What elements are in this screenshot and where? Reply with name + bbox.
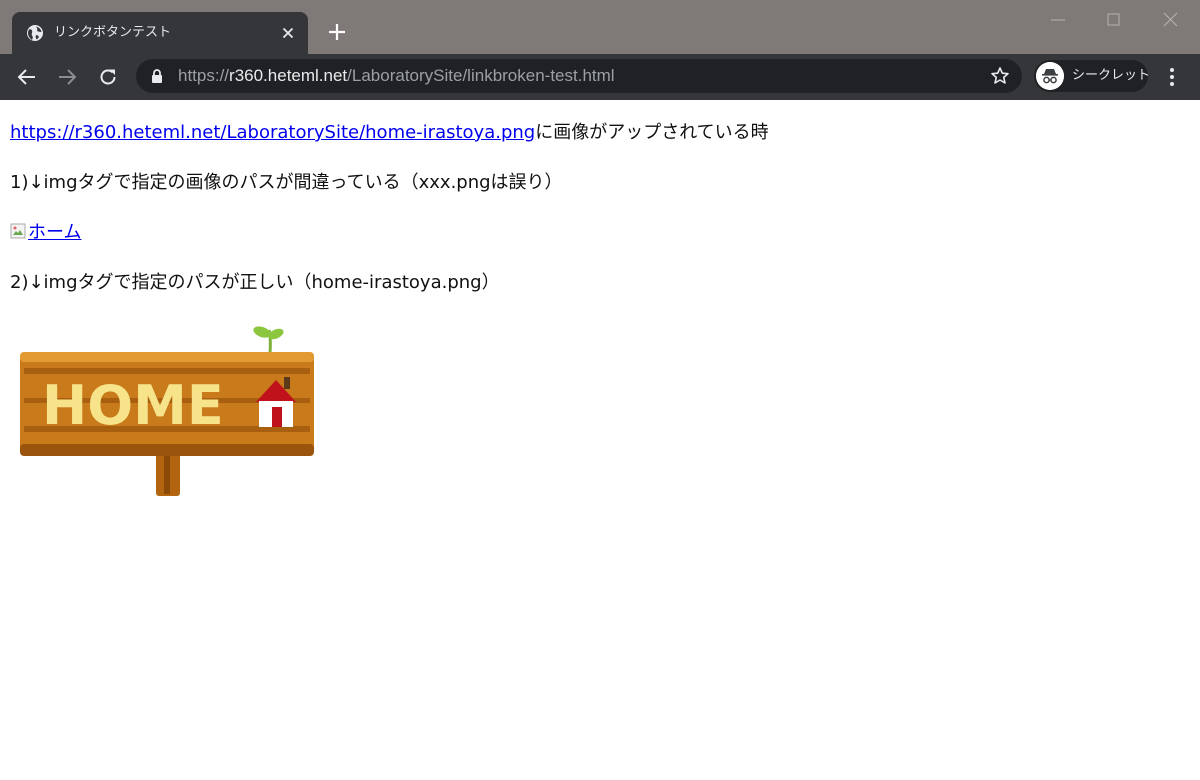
globe-icon	[27, 25, 43, 41]
minimize-icon[interactable]	[1046, 8, 1070, 32]
lock-icon[interactable]	[150, 68, 164, 84]
home-sign-image[interactable]: HOME	[18, 326, 318, 498]
incognito-badge[interactable]: シークレット	[1034, 60, 1151, 92]
window-close-icon[interactable]	[1158, 8, 1182, 32]
image-url-link[interactable]: https://r360.heteml.net/LaboratorySite/h…	[10, 122, 535, 143]
browser-tab[interactable]: リンクボタンテスト	[12, 12, 308, 54]
close-icon[interactable]	[278, 23, 298, 43]
broken-image-icon	[10, 223, 26, 239]
address-bar[interactable]: https://r360.heteml.net/LaboratorySite/l…	[136, 59, 1022, 93]
browser-toolbar: https://r360.heteml.net/LaboratorySite/l…	[0, 54, 1200, 100]
intro-suffix: に画像がアップされている時	[535, 122, 769, 143]
case1-label: 1)↓imgタグで指定の画像のパスが間違っている（xxx.pngは誤り）	[10, 172, 563, 193]
new-tab-plus-icon[interactable]	[326, 21, 348, 43]
url-host: r360.heteml.net	[229, 66, 348, 85]
kebab-menu-icon[interactable]	[1162, 65, 1182, 89]
broken-image-line: ホーム	[10, 221, 81, 245]
title-bar: リンクボタンテスト	[0, 0, 1200, 54]
maximize-icon[interactable]	[1102, 8, 1126, 32]
intro-line: https://r360.heteml.net/LaboratorySite/h…	[10, 121, 769, 145]
back-arrow-icon[interactable]	[16, 66, 38, 88]
url-scheme: https://	[178, 66, 230, 85]
case2-label: 2)↓imgタグで指定のパスが正しい（home-irastoya.png）	[10, 272, 500, 293]
broken-image-link[interactable]: ホーム	[10, 222, 81, 243]
home-sign-text: HOME	[42, 374, 224, 437]
bookmark-star-icon[interactable]	[990, 66, 1010, 86]
tab-title: リンクボタンテスト	[54, 25, 172, 40]
reload-icon[interactable]	[97, 66, 119, 88]
url-path: /LaboratorySite/linkbroken-test.html	[347, 66, 615, 85]
url-text[interactable]: https://r360.heteml.net/LaboratorySite/l…	[178, 66, 615, 86]
page-content: https://r360.heteml.net/LaboratorySite/h…	[0, 100, 1200, 780]
forward-arrow-icon[interactable]	[56, 66, 78, 88]
broken-image-alt: ホーム	[28, 222, 82, 243]
incognito-label: シークレット	[1072, 68, 1151, 83]
incognito-icon	[1036, 62, 1064, 90]
